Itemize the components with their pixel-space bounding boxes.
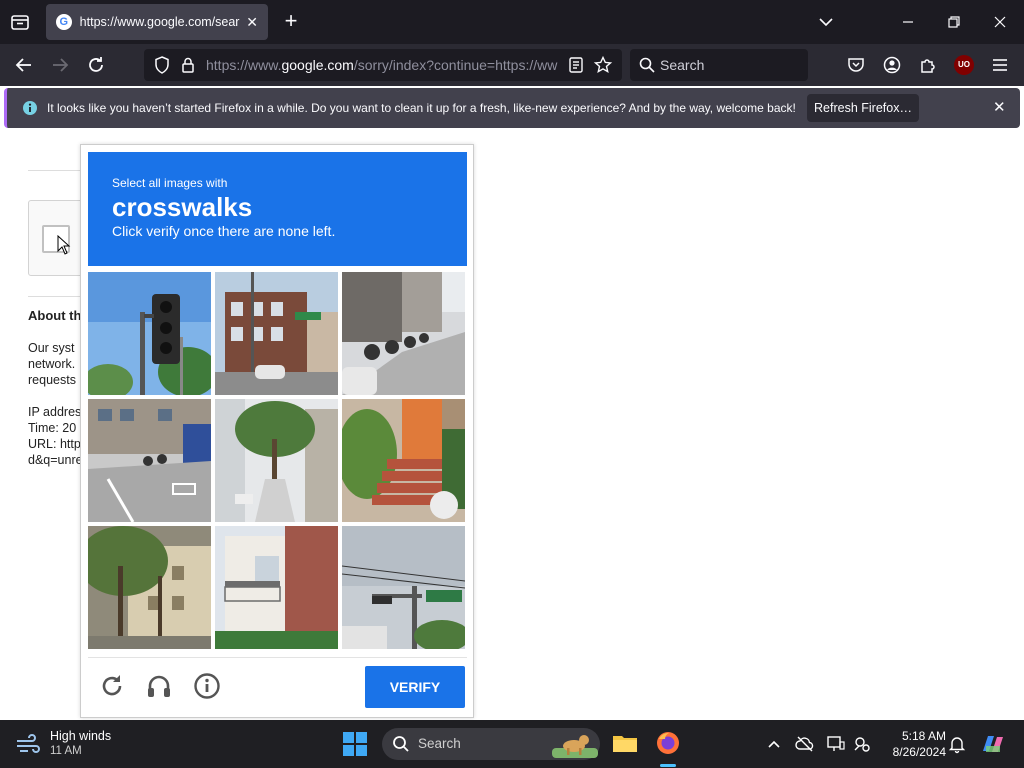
windows-taskbar: High winds 11 AM Search 5:18 AM 8/26/202… (0, 720, 1024, 768)
file-explorer-icon[interactable] (612, 730, 638, 756)
lock-icon[interactable] (178, 55, 198, 75)
challenge-footer: VERIFY (88, 657, 467, 713)
forward-arrow-icon[interactable] (48, 53, 72, 77)
tab-close-icon[interactable]: ✕ (246, 14, 258, 31)
navigation-toolbar: https://www.google.com/sorry/index?conti… (0, 44, 1024, 86)
url-prefix: https://www. (206, 57, 282, 73)
url-bar[interactable]: https://www.google.com/sorry/index?conti… (144, 49, 622, 81)
wind-weather-icon[interactable] (14, 732, 42, 756)
reload-icon[interactable] (84, 53, 108, 77)
google-favicon-icon: G (56, 14, 72, 30)
challenge-target: crosswalks (112, 192, 253, 222)
tab-bar: G https://www.google.com/sear ✕ + (0, 0, 1024, 44)
copilot-icon[interactable] (980, 731, 1006, 757)
url-text[interactable]: https://www.google.com/sorry/index?conti… (206, 57, 558, 73)
refresh-firefox-notification: It looks like you haven’t started Firefo… (4, 88, 1020, 128)
image-tile[interactable] (88, 526, 211, 649)
image-tile[interactable] (342, 272, 465, 395)
url-path: /sorry/index?continue=https://ww (353, 57, 558, 73)
shield-icon[interactable] (152, 55, 172, 75)
list-all-tabs-chevron-icon[interactable] (814, 10, 838, 34)
notification-message: It looks like you haven’t started Firefo… (47, 101, 796, 115)
image-tile[interactable] (215, 399, 338, 522)
clock-date: 8/26/2024 (892, 745, 946, 759)
minimize-window-button[interactable] (896, 10, 920, 34)
search-icon (638, 56, 656, 74)
refresh-firefox-button[interactable]: Refresh Firefox… (807, 94, 919, 122)
search-bar[interactable]: Search (630, 49, 808, 81)
system-clock[interactable]: 5:18 AM 8/26/2024 (880, 728, 946, 760)
weather-title[interactable]: High winds (50, 729, 111, 743)
network-settings-icon[interactable] (852, 734, 872, 754)
url-host: google.com (281, 57, 354, 73)
pocket-icon[interactable] (846, 55, 866, 75)
ublock-extension-icon[interactable]: UO (954, 55, 974, 75)
verify-button[interactable]: VERIFY (365, 666, 465, 708)
challenge-instruction: Select all images with (112, 176, 228, 190)
image-tile[interactable] (215, 526, 338, 649)
paragraph-line: network. (28, 357, 76, 371)
paragraph-line: Our syst (28, 341, 75, 355)
about-heading: About th (28, 308, 82, 323)
display-projection-icon[interactable] (826, 734, 846, 754)
close-window-button[interactable] (988, 10, 1012, 34)
notification-bell-icon[interactable] (947, 734, 967, 754)
account-icon[interactable] (882, 55, 902, 75)
windows-start-icon[interactable] (342, 731, 368, 757)
reload-challenge-icon[interactable] (98, 672, 126, 700)
browser-tab[interactable]: G https://www.google.com/sear ✕ (46, 4, 268, 40)
tab-title: https://www.google.com/sear (79, 15, 240, 29)
info-icon (22, 100, 38, 116)
onedrive-cloud-offline-icon[interactable] (795, 734, 815, 754)
restore-window-button[interactable] (942, 10, 966, 34)
firefox-taskbar-icon[interactable] (655, 730, 681, 756)
paragraph-line: requests (28, 373, 76, 387)
search-placeholder: Search (660, 57, 705, 73)
info-line: URL: http (28, 437, 81, 451)
divider (28, 170, 88, 171)
recaptcha-challenge: Select all images with crosswalks Click … (80, 144, 474, 718)
divider (28, 296, 88, 297)
active-app-indicator (660, 764, 676, 767)
image-tile[interactable] (88, 272, 211, 395)
hamburger-menu-icon[interactable] (990, 55, 1010, 75)
back-arrow-icon[interactable] (12, 53, 36, 77)
extensions-puzzle-icon[interactable] (918, 55, 938, 75)
info-line: Time: 20 (28, 421, 77, 435)
help-info-icon[interactable] (193, 672, 221, 700)
info-line: d&q=unre (28, 453, 83, 467)
new-tab-button[interactable]: + (280, 10, 302, 34)
challenge-subinstruction: Click verify once there are none left. (112, 223, 336, 239)
image-grid (88, 272, 467, 650)
recaptcha-widget (28, 200, 88, 276)
info-line: IP addres (28, 405, 82, 419)
image-tile[interactable] (342, 526, 465, 649)
search-highlight-dog-icon (552, 730, 598, 758)
search-icon (392, 735, 410, 753)
challenge-header: Select all images with crosswalks Click … (88, 152, 467, 266)
weather-time[interactable]: 11 AM (50, 745, 82, 757)
tab-list-icon[interactable] (8, 10, 32, 34)
taskbar-search-placeholder: Search (418, 736, 461, 751)
bookmark-star-icon[interactable] (593, 55, 613, 75)
notification-close-icon[interactable]: ✕ (993, 98, 1006, 116)
audio-challenge-headphones-icon[interactable] (145, 672, 173, 700)
reader-view-icon[interactable] (566, 55, 586, 75)
image-tile[interactable] (215, 272, 338, 395)
image-tile[interactable] (342, 399, 465, 522)
taskbar-search[interactable]: Search (382, 728, 600, 760)
clock-time: 5:18 AM (901, 729, 946, 743)
mouse-cursor-icon (57, 234, 71, 255)
show-hidden-icons-chevron-icon[interactable] (764, 734, 784, 754)
image-tile[interactable] (88, 399, 211, 522)
